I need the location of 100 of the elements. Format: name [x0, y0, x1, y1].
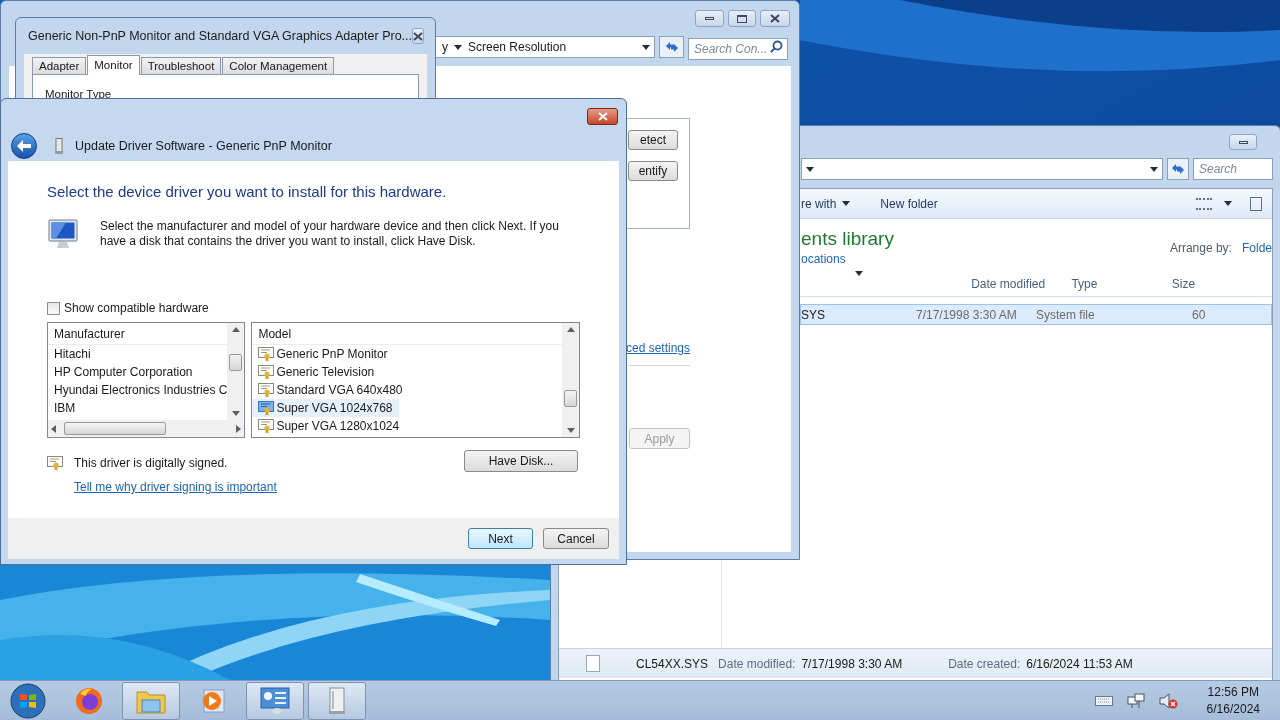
certificate-icon	[258, 382, 275, 398]
list-item[interactable]: Generic PnP Monitor	[252, 345, 394, 363]
sort-arrow-icon	[855, 271, 863, 276]
column-header-cell[interactable]: Date modified	[971, 274, 1072, 293]
checkbox[interactable]	[47, 301, 60, 315]
address-bar[interactable]	[801, 158, 1164, 180]
breadcrumb-item[interactable]: Screen Resolution	[468, 38, 567, 56]
toolbar-button[interactable]: New folder	[880, 194, 938, 213]
back-button[interactable]	[11, 133, 37, 159]
column-header-cell[interactable]: Size	[1171, 274, 1272, 293]
arrange-by-link[interactable]: Folde	[1241, 239, 1272, 271]
certificate-icon	[258, 364, 275, 380]
vertical-scrollbar[interactable]	[227, 323, 245, 420]
view-options-icon[interactable]	[1196, 197, 1212, 210]
have-disk-button[interactable]: Have Disk...	[464, 450, 578, 472]
scrollbar-thumb[interactable]	[229, 354, 243, 371]
cancel-button[interactable]: Cancel	[543, 528, 609, 549]
details-file-name: CL54XX.SYS	[636, 655, 709, 673]
instructions-text: Select the manufacturer and model of your hardware device and then click Next. If you have a disk that contains the driver you want to install, click Have Disk.	[100, 219, 560, 250]
taskbar-button[interactable]	[308, 681, 366, 720]
list-header[interactable]: Manufacturer	[54, 324, 125, 343]
file-type: System file	[1036, 306, 1096, 324]
list-item[interactable]: Hitachi	[48, 345, 228, 363]
certificate-icon	[47, 456, 63, 471]
scroll-right-arrow-icon[interactable]	[236, 424, 242, 433]
tab[interactable]: Adapter	[32, 57, 87, 74]
list-item[interactable]: Hyundai Electronics Industries C	[48, 381, 228, 399]
toolbar-button[interactable]: re with	[801, 194, 851, 213]
preview-pane-icon[interactable]	[1250, 196, 1262, 211]
vertical-scrollbar[interactable]	[562, 323, 579, 437]
refresh-button[interactable]	[1167, 158, 1189, 180]
dropdown-caret-icon	[1150, 166, 1159, 172]
horizontal-scrollbar[interactable]	[48, 420, 245, 437]
panel-button[interactable]: etect	[628, 130, 678, 150]
close-icon	[770, 14, 780, 23]
column-header-cell[interactable]: Type	[1071, 274, 1172, 293]
arrange-by-label: Arrange by:	[1169, 240, 1232, 257]
file-row[interactable]: SYS 7/17/1998 3:30 AM System file 60	[800, 304, 1272, 325]
speaker-muted-icon[interactable]	[1158, 692, 1179, 709]
list-item[interactable]: HP Computer Corporation	[48, 363, 228, 381]
close-button[interactable]	[412, 28, 424, 44]
network-icon[interactable]	[1126, 692, 1145, 709]
library-title: ents library	[801, 227, 894, 250]
monitor-icon	[48, 219, 80, 251]
file-name: SYS	[801, 306, 826, 324]
driver-signing-link[interactable]: Tell me why driver signing is important	[74, 478, 277, 496]
details-value: 7/17/1998 3:30 AM	[801, 655, 903, 673]
tab[interactable]: Color Management	[222, 57, 335, 74]
details-label: Date modified:	[718, 655, 796, 673]
tab[interactable]: Troubleshoot	[140, 57, 222, 74]
minimize-button[interactable]	[1229, 134, 1257, 150]
device-icon	[327, 686, 347, 715]
certificate-icon	[258, 418, 275, 434]
next-button[interactable]: Next	[468, 528, 533, 549]
device-icon	[55, 138, 63, 154]
minimize-button[interactable]	[695, 10, 724, 27]
browser-icon	[74, 685, 104, 716]
refresh-icon	[1170, 162, 1187, 176]
scroll-down-arrow-icon[interactable]	[566, 428, 575, 433]
details-label: Date created:	[948, 655, 1021, 673]
dialog-title: Update Driver Software - Generic PnP Monitor	[75, 137, 332, 155]
back-arrow-icon	[17, 140, 31, 152]
scroll-up-arrow-icon[interactable]	[566, 327, 575, 332]
scroll-down-arrow-icon[interactable]	[231, 411, 240, 416]
minimize-icon	[1238, 140, 1248, 144]
taskbar-button[interactable]	[246, 681, 304, 720]
library-locations-link[interactable]: ocations	[801, 250, 894, 268]
list-item[interactable]: Super VGA 1024x768	[252, 399, 399, 417]
dropdown-caret-icon	[842, 201, 851, 206]
search-field[interactable]: Search Con...	[688, 38, 788, 60]
list-item[interactable]: Standard VGA 640x480	[252, 381, 409, 399]
list-item[interactable]: IBM	[48, 399, 228, 417]
refresh-button[interactable]	[659, 36, 684, 58]
taskbar-button[interactable]	[122, 681, 180, 720]
maximize-button[interactable]	[728, 10, 756, 27]
keyboard-icon[interactable]	[1094, 695, 1113, 706]
minimize-icon	[705, 17, 714, 20]
search-field[interactable]: Search	[1193, 158, 1273, 180]
scrollbar-thumb[interactable]	[564, 390, 577, 407]
tab[interactable]: Monitor	[87, 55, 140, 75]
close-button[interactable]	[587, 108, 618, 125]
file-size: 60	[1191, 306, 1206, 324]
list-header[interactable]: Model	[258, 324, 292, 343]
file-date: 7/17/1998 3:30 AM	[916, 306, 1018, 324]
certificate-icon	[258, 346, 275, 362]
panel-button[interactable]: entify	[628, 161, 678, 181]
list-item[interactable]: Super VGA 1280x1024	[252, 417, 406, 435]
scroll-up-arrow-icon[interactable]	[231, 327, 240, 332]
dialog-heading: Select the device driver you want to install for this hardware.	[47, 183, 448, 201]
scroll-left-arrow-icon[interactable]	[51, 424, 56, 433]
control-panel-icon	[260, 686, 290, 715]
breadcrumb-arrow-icon	[806, 166, 814, 172]
breadcrumb-arrow-icon	[454, 44, 462, 50]
list-item[interactable]: Generic Television	[252, 363, 381, 381]
advanced-settings-link[interactable]: ced settings	[625, 339, 690, 357]
dialog-title: Generic Non-PnP Monitor and Standard VGA Graphics Adapter Pro...	[27, 27, 412, 45]
close-icon	[597, 112, 608, 121]
clock-time[interactable]: 12:56 PM	[1207, 683, 1259, 701]
clock-date[interactable]: 6/16/2024	[1206, 700, 1260, 718]
close-button[interactable]	[760, 10, 790, 27]
